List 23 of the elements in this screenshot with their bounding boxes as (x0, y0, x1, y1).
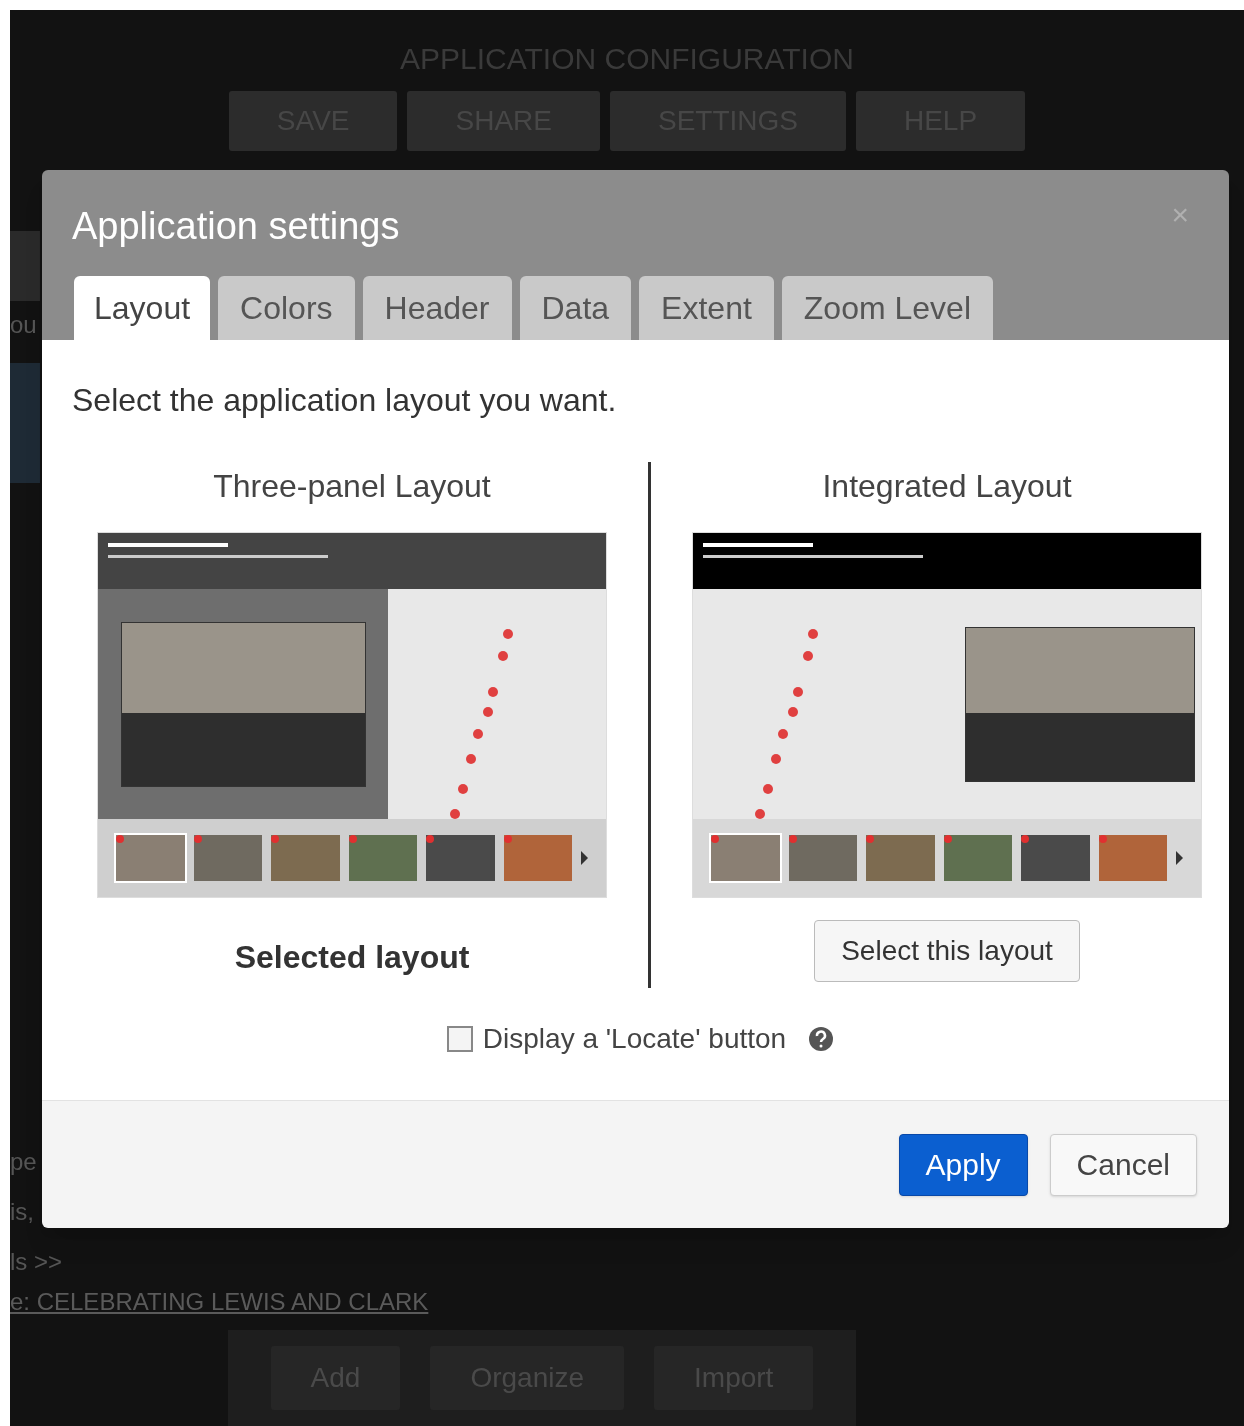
help-icon[interactable] (808, 1026, 835, 1052)
settings-tab[interactable]: Data (519, 276, 632, 340)
apply-button[interactable]: Apply (898, 1133, 1028, 1196)
dialog-title: Application settings (72, 204, 400, 249)
select-layout-button[interactable]: Select this layout (814, 920, 1080, 982)
selected-layout-label: Selected layout (234, 938, 470, 977)
settings-tab[interactable]: Zoom Level (781, 276, 993, 340)
prompt-text: Select the application layout you want. (72, 381, 618, 420)
story-link[interactable]: e: CELEBRATING LEWIS AND CLARK (10, 1284, 1244, 1320)
text-fragment: ls >> (10, 1247, 63, 1277)
settings-tab[interactable]: Colors (218, 276, 355, 340)
text-fragment: ou (10, 311, 37, 338)
cancel-button[interactable]: Cancel (1049, 1133, 1197, 1196)
text-fragment: pe (10, 1147, 37, 1177)
settings-tab[interactable]: Header (362, 276, 512, 340)
text-fragment: is, (10, 1197, 34, 1227)
locate-label: Display a 'Locate' button (482, 1022, 787, 1056)
layout-title: Integrated Layout (822, 467, 1072, 506)
layout-title: Three-panel Layout (213, 467, 491, 506)
settings-tab[interactable]: Extent (639, 276, 774, 340)
locate-checkbox[interactable] (446, 1026, 473, 1052)
settings-tab[interactable]: Layout (74, 276, 211, 340)
background-panel (10, 231, 40, 301)
